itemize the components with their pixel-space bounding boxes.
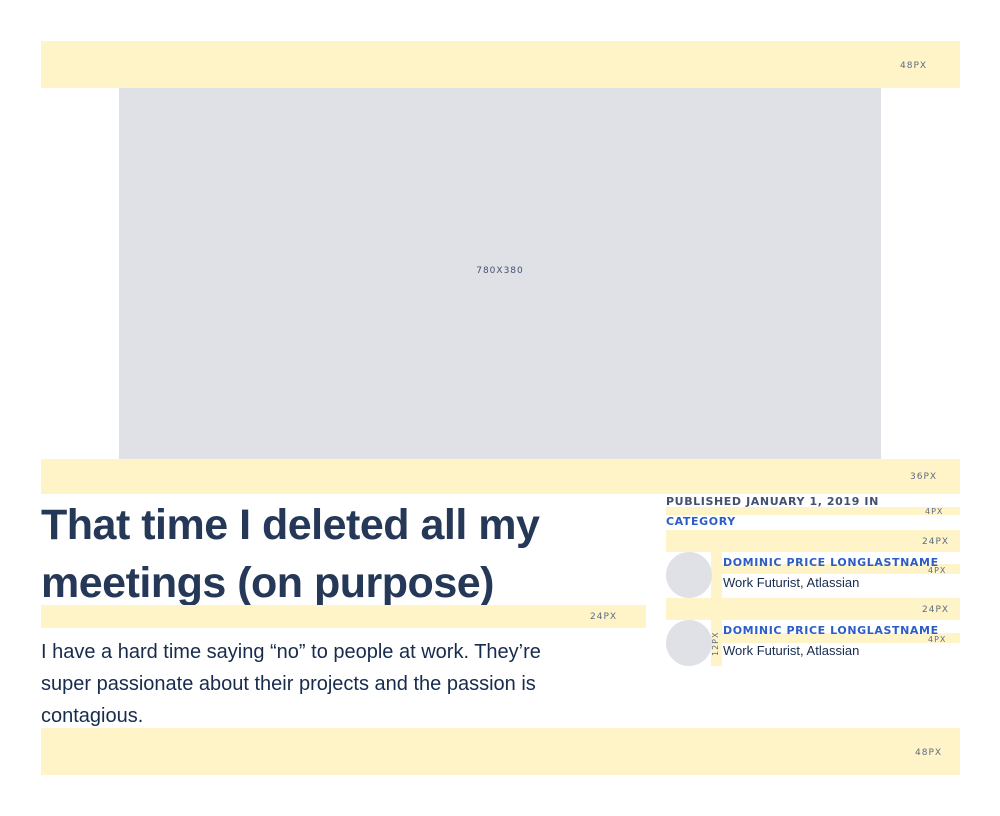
spacer-top bbox=[41, 41, 960, 88]
author-role: Work Futurist, Atlassian bbox=[723, 643, 860, 658]
article-title: That time I deleted all my meetings (on … bbox=[41, 501, 540, 607]
spacer-bottom bbox=[41, 728, 960, 775]
spacer-meta-gap-label: 4PX bbox=[925, 507, 944, 516]
spacer-below-title-label: 24PX bbox=[590, 612, 618, 622]
article-intro: I have a hard time saying “no” to people… bbox=[41, 641, 541, 727]
published-date: PUBLISHED JANUARY 1, 2019 IN bbox=[666, 495, 879, 508]
author-name[interactable]: DOMINIC PRICE LONGLASTNAME bbox=[723, 624, 939, 637]
spacer-meta-gap bbox=[666, 507, 960, 515]
spacer-between-authors-label: 24PX bbox=[922, 605, 950, 615]
hero-image-placeholder: 780X380 bbox=[119, 88, 881, 459]
author-role: Work Futurist, Atlassian bbox=[723, 575, 860, 590]
author-avatar bbox=[666, 620, 712, 666]
spacer-below-title bbox=[41, 605, 646, 628]
author-avatar bbox=[666, 552, 712, 598]
spacer-below-meta-label: 24PX bbox=[922, 537, 950, 547]
spacer-below-hero bbox=[41, 459, 960, 494]
hero-size-label: 780X380 bbox=[476, 266, 524, 276]
spacer-top-label: 48PX bbox=[900, 61, 928, 71]
category-link[interactable]: CATEGORY bbox=[666, 515, 736, 528]
author-name[interactable]: DOMINIC PRICE LONGLASTNAME bbox=[723, 556, 939, 569]
spacer-bottom-label: 48PX bbox=[915, 748, 943, 758]
spacer-below-meta bbox=[666, 530, 960, 552]
spacer-between-authors bbox=[666, 598, 960, 620]
spacer-below-hero-label: 36PX bbox=[910, 472, 938, 482]
spacer-avatar-gap-label: 12PX bbox=[711, 631, 720, 656]
